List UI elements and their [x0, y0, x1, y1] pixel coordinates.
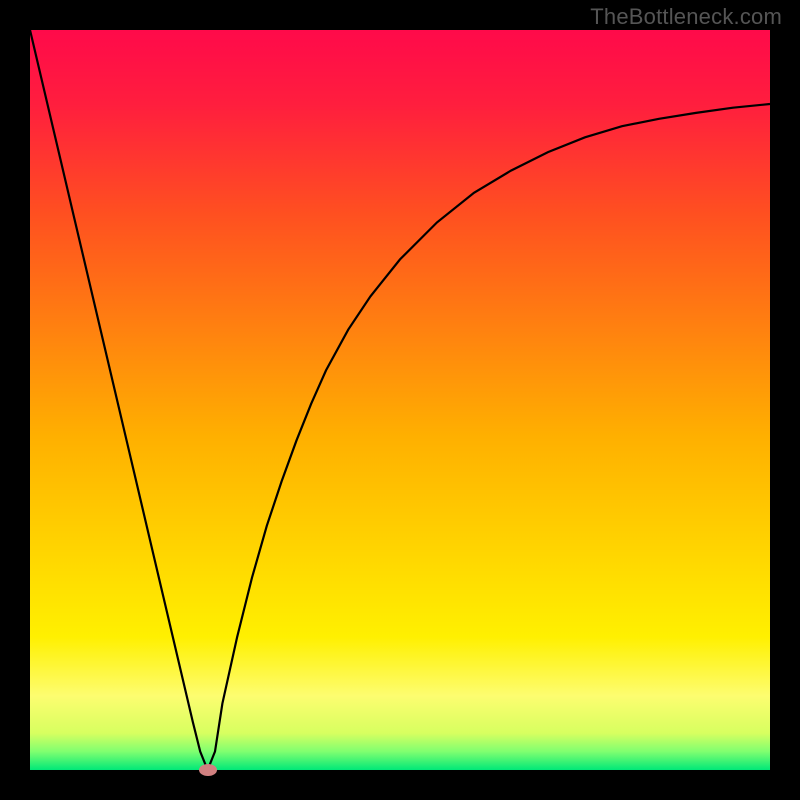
watermark-text: TheBottleneck.com — [590, 4, 782, 30]
plot-area — [30, 30, 770, 770]
plot-svg — [30, 30, 770, 770]
chart-frame: TheBottleneck.com — [0, 0, 800, 800]
optimal-point-marker — [199, 764, 217, 776]
gradient-background — [30, 30, 770, 770]
